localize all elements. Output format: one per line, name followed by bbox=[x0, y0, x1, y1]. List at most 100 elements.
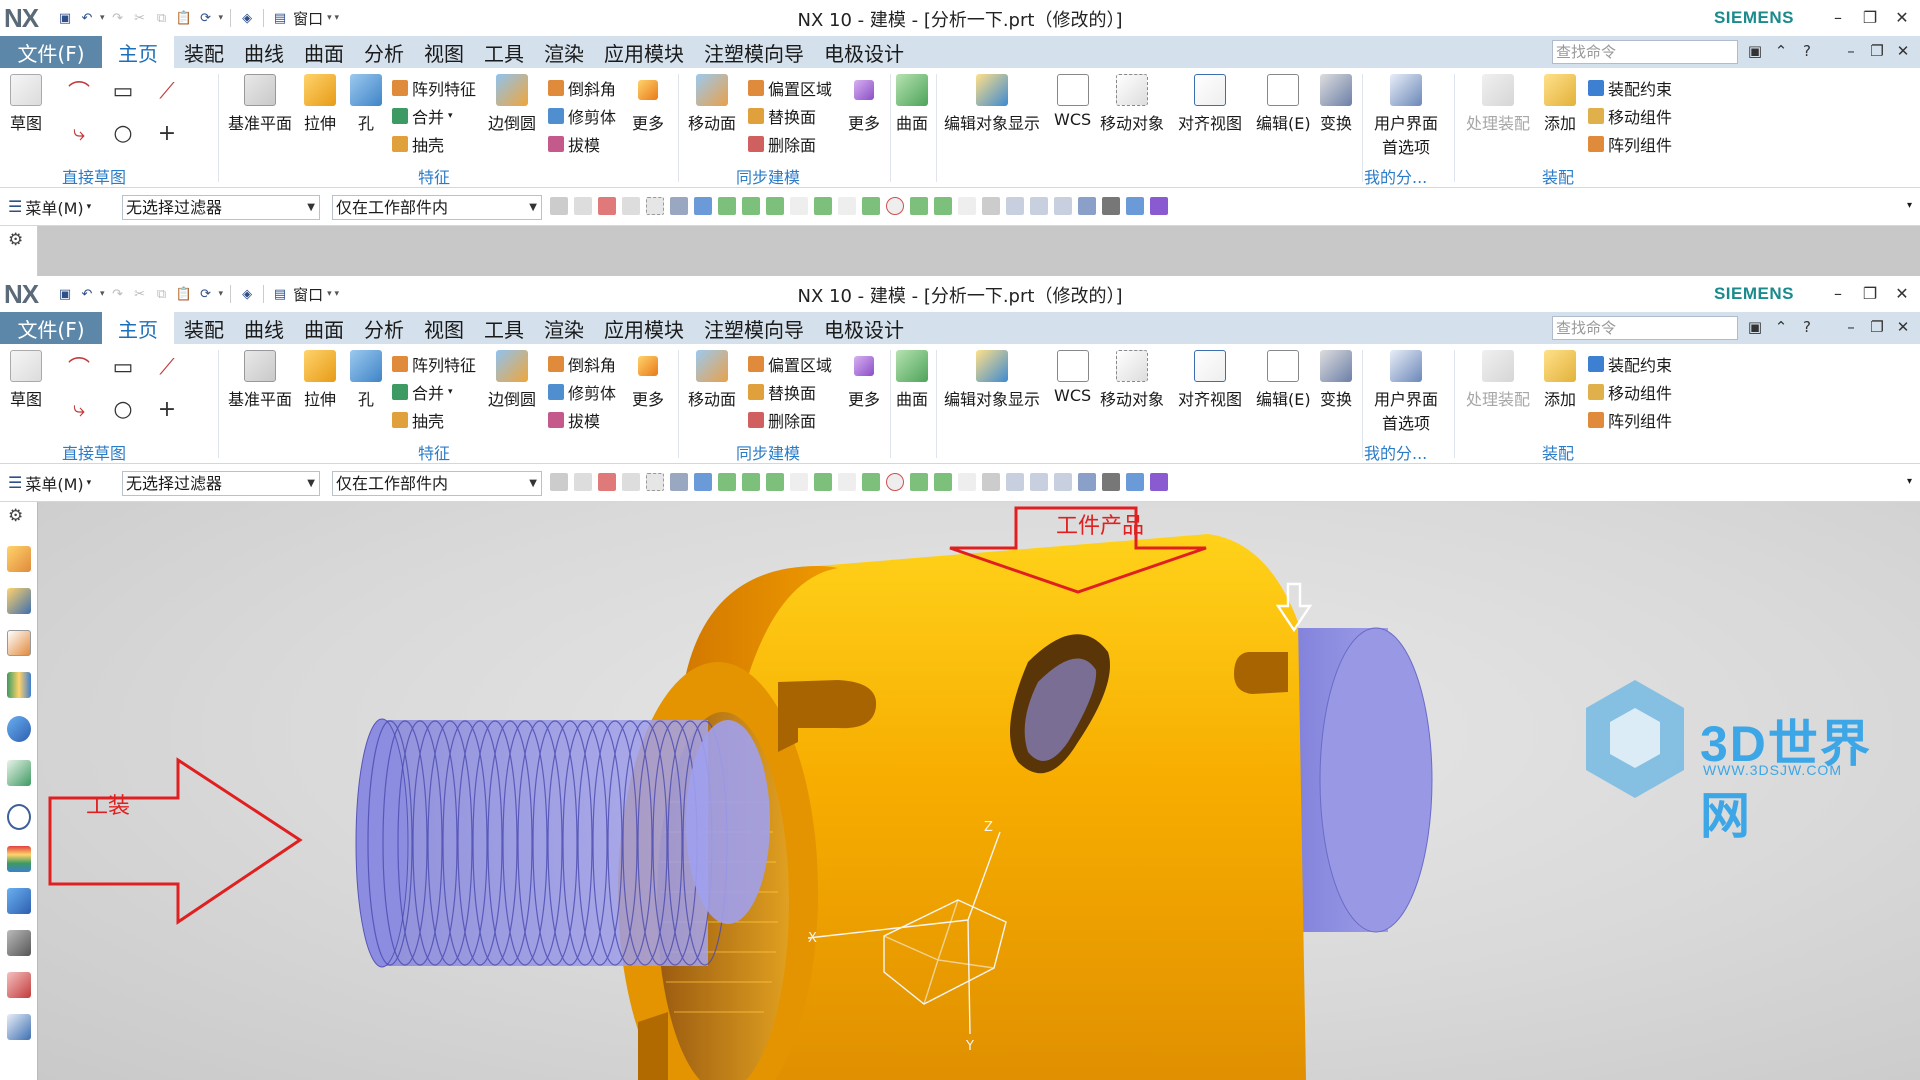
paste-icon[interactable]: 📋 bbox=[175, 285, 193, 303]
menu-button[interactable]: ☰ 菜单(M) ▾ bbox=[8, 471, 91, 495]
toolbar-options-icon[interactable]: ▾ bbox=[1907, 200, 1912, 211]
endpoint-icon[interactable] bbox=[742, 473, 760, 491]
grid-snap-icon[interactable] bbox=[718, 473, 736, 491]
clock-icon[interactable] bbox=[7, 804, 31, 830]
web-browser-icon[interactable] bbox=[7, 716, 31, 742]
chamfer-button[interactable]: 倒斜角 bbox=[548, 352, 616, 376]
snap-icon[interactable] bbox=[622, 197, 640, 215]
move-face-button[interactable]: 移动面 bbox=[688, 74, 736, 134]
tab-electrode-design[interactable]: 电极设计 bbox=[814, 312, 914, 344]
midpoint-icon[interactable] bbox=[766, 473, 784, 491]
doc-restore-icon[interactable]: ❐ bbox=[1866, 318, 1888, 336]
more-sync-button[interactable]: 更多 bbox=[848, 350, 880, 410]
assembly-constraint-button[interactable]: 装配约束 bbox=[1588, 76, 1672, 100]
move-face-button[interactable]: 移动面 bbox=[688, 350, 736, 410]
close-button[interactable]: ✕ bbox=[1892, 8, 1912, 27]
manufacturing-wizard-icon[interactable] bbox=[7, 930, 31, 956]
midpoint-icon[interactable] bbox=[766, 197, 784, 215]
cut-icon[interactable]: ✂ bbox=[131, 9, 149, 27]
help-icon[interactable]: ? bbox=[1796, 42, 1818, 60]
process-assembly-button[interactable]: 处理装配 bbox=[1466, 74, 1530, 134]
group-direct-sketch-label[interactable]: 直接草图 bbox=[62, 164, 126, 188]
line-icon[interactable]: ⟋ bbox=[152, 76, 182, 106]
tab-home[interactable]: 主页 bbox=[102, 312, 174, 344]
view-orient-icon[interactable] bbox=[1078, 473, 1096, 491]
trim-body-button[interactable]: 修剪体 bbox=[548, 380, 616, 404]
help-icon[interactable]: ? bbox=[1796, 318, 1818, 336]
toolbar-options-icon[interactable]: ▾ bbox=[1907, 476, 1912, 487]
command-search-input[interactable]: 查找命令 bbox=[1552, 316, 1738, 340]
edit-button[interactable]: 编辑(E) bbox=[1256, 350, 1311, 410]
ui-preferences-button[interactable]: 用户界面 首选项 bbox=[1374, 74, 1438, 158]
align-view-button[interactable]: 对齐视图 bbox=[1178, 74, 1242, 134]
render-style-icon[interactable] bbox=[1102, 473, 1120, 491]
constraint-navigator-icon[interactable] bbox=[7, 588, 31, 614]
add-component-button[interactable]: 添加 bbox=[1544, 74, 1576, 134]
shell-button[interactable]: 抽壳 bbox=[392, 132, 444, 156]
datum-plane-button[interactable]: 基准平面 bbox=[228, 74, 292, 134]
select-tangent-icon[interactable] bbox=[574, 197, 592, 215]
tab-curve[interactable]: 曲线 bbox=[234, 36, 294, 68]
move-object-button[interactable]: 移动对象 bbox=[1100, 350, 1164, 410]
intersection-icon[interactable] bbox=[934, 197, 952, 215]
selection-filter-dropdown[interactable]: 无选择过滤器 ▼ bbox=[122, 195, 320, 220]
hole-button[interactable]: 孔 bbox=[350, 74, 382, 134]
touch-mode-icon[interactable]: ◈ bbox=[238, 285, 256, 303]
surface-button[interactable]: 曲面 bbox=[896, 74, 928, 134]
process-assembly-button[interactable]: 处理装配 bbox=[1466, 350, 1530, 410]
edge-blend-button[interactable]: 边倒圆 bbox=[488, 74, 536, 134]
tab-electrode-design[interactable]: 电极设计 bbox=[814, 36, 914, 68]
existing-point-icon[interactable] bbox=[910, 197, 928, 215]
undo-icon[interactable]: ↶ bbox=[78, 285, 96, 303]
bounded-grid-icon[interactable] bbox=[982, 197, 1000, 215]
type-filter-icon[interactable] bbox=[598, 473, 616, 491]
existing-point-icon[interactable] bbox=[910, 473, 928, 491]
window-icon[interactable]: ▤ bbox=[271, 285, 289, 303]
curve-point-icon[interactable] bbox=[790, 473, 808, 491]
chamfer-button[interactable]: 倒斜角 bbox=[548, 76, 616, 100]
datum-plane-button[interactable]: 基准平面 bbox=[228, 350, 292, 410]
reuse-library-icon[interactable] bbox=[7, 672, 31, 698]
group-feature-label[interactable]: 特征 bbox=[418, 164, 450, 188]
grid-snap-icon[interactable] bbox=[718, 197, 736, 215]
move-component-button[interactable]: 移动组件 bbox=[1588, 104, 1672, 128]
ribbon-options-icon[interactable]: ▣ bbox=[1744, 318, 1766, 336]
profile-icon[interactable]: ⌒ bbox=[64, 352, 94, 382]
extrude-button[interactable]: 拉伸 bbox=[304, 74, 336, 134]
draft-button[interactable]: 拔模 bbox=[548, 408, 600, 432]
tab-file[interactable]: 文件(F) bbox=[0, 36, 102, 68]
surface-button[interactable]: 曲面 bbox=[896, 350, 928, 410]
system-materials-icon[interactable] bbox=[7, 846, 31, 872]
show-hide-icon[interactable] bbox=[1150, 197, 1168, 215]
select-feature-icon[interactable] bbox=[550, 473, 568, 491]
close-button[interactable]: ✕ bbox=[1892, 284, 1912, 303]
paste-icon[interactable]: 📋 bbox=[175, 9, 193, 27]
tab-tools[interactable]: 工具 bbox=[474, 312, 534, 344]
sketch-button[interactable]: 草图 bbox=[10, 350, 42, 410]
menu-button[interactable]: ☰ 菜单(M) ▾ bbox=[8, 195, 91, 219]
doc-close-icon[interactable]: ✕ bbox=[1892, 42, 1914, 60]
collapse-ribbon-icon[interactable]: ⌃ bbox=[1770, 42, 1792, 60]
more-feature-button[interactable]: 更多 bbox=[632, 74, 664, 134]
body-icon[interactable] bbox=[694, 473, 712, 491]
tab-analysis[interactable]: 分析 bbox=[354, 36, 414, 68]
assembly-constraint-button[interactable]: 装配约束 bbox=[1588, 352, 1672, 376]
part-navigator-icon[interactable] bbox=[7, 630, 31, 656]
solid-icon[interactable] bbox=[670, 473, 688, 491]
process-studio-icon[interactable] bbox=[7, 888, 31, 914]
history-icon[interactable] bbox=[7, 760, 31, 786]
profile-icon[interactable]: ⌒ bbox=[64, 76, 94, 106]
system-scene-icon[interactable] bbox=[7, 1014, 31, 1040]
render-style-icon[interactable] bbox=[1102, 197, 1120, 215]
unite-button[interactable]: 合并 ▾ bbox=[392, 380, 453, 404]
tab-assembly[interactable]: 装配 bbox=[174, 36, 234, 68]
gear-icon[interactable]: ⚙ bbox=[8, 230, 23, 250]
solid-icon[interactable] bbox=[670, 197, 688, 215]
tab-render[interactable]: 渲染 bbox=[534, 36, 594, 68]
align-view-button[interactable]: 对齐视图 bbox=[1178, 350, 1242, 410]
doc-restore-icon[interactable]: ❐ bbox=[1866, 42, 1888, 60]
command-search-input[interactable]: 查找命令 bbox=[1552, 40, 1738, 64]
more-sync-button[interactable]: 更多 bbox=[848, 74, 880, 134]
unite-button[interactable]: 合并 ▾ bbox=[392, 104, 453, 128]
window-menu[interactable]: 窗口 bbox=[293, 8, 323, 29]
